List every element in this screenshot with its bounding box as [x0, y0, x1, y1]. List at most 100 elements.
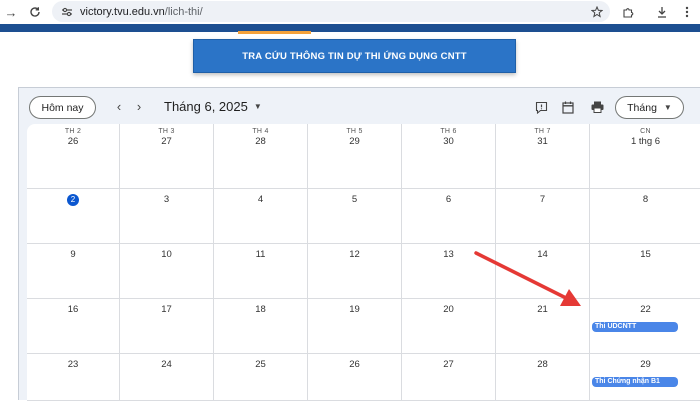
calendar-icon[interactable]	[560, 99, 576, 115]
exam-calendar: Hôm nay ‹ › Tháng 6, 2025 ▼ Tháng ▼ TH 2…	[18, 87, 700, 401]
weekday-label: TH 7	[534, 128, 551, 135]
url-text: victory.tvu.edu.vn/lich-thi/	[80, 6, 203, 18]
day-cell[interactable]: 24	[120, 354, 214, 401]
day-number: 24	[161, 359, 172, 370]
forward-icon[interactable]: →	[0, 1, 22, 23]
day-number: 27	[161, 136, 172, 147]
prev-month-icon[interactable]: ‹	[111, 98, 127, 114]
day-cell[interactable]: 29 Thi Chứng nhận B1	[590, 354, 700, 401]
day-cell[interactable]: TH 3 27	[120, 124, 214, 189]
event-chip-udcntt[interactable]: Thi UDCNTT	[592, 322, 678, 332]
day-cell[interactable]: 21	[496, 299, 590, 354]
day-cell[interactable]: TH 4 28	[214, 124, 308, 189]
day-cell[interactable]: TH 5 29	[308, 124, 402, 189]
month-grid: TH 2 26 TH 3 27 TH 4 28 TH 5 29 TH 6 30 TH 73…	[27, 124, 700, 401]
day-number: 20	[443, 304, 454, 315]
day-number: 1 thg 6	[630, 136, 661, 147]
day-cell[interactable]: 6	[402, 189, 496, 244]
day-number: 9	[70, 249, 76, 260]
event-chip-b1[interactable]: Thi Chứng nhận B1	[592, 377, 678, 387]
day-cell[interactable]: 23	[27, 354, 120, 401]
day-cell[interactable]: 19	[308, 299, 402, 354]
day-cell[interactable]: 16	[27, 299, 120, 354]
day-number: 15	[640, 249, 651, 260]
day-number: 25	[255, 359, 266, 370]
weekday-label: TH 2	[64, 128, 82, 135]
day-number: 4	[257, 194, 264, 205]
today-button[interactable]: Hôm nay	[29, 96, 96, 119]
day-number: 28	[537, 359, 548, 370]
day-number: 10	[161, 249, 172, 260]
day-cell[interactable]: 11	[214, 244, 308, 299]
day-cell[interactable]: 18	[214, 299, 308, 354]
agenda-icon[interactable]	[533, 99, 549, 115]
day-number: 26	[349, 359, 360, 370]
month-title: Tháng 6, 2025	[164, 99, 248, 114]
day-number: 18	[255, 304, 266, 315]
day-cell[interactable]: 5	[308, 189, 402, 244]
day-number: 16	[67, 304, 79, 315]
day-number: 30	[443, 136, 454, 147]
weekday-label: TH 6	[440, 128, 457, 135]
day-number: 17	[161, 304, 172, 315]
day-number: 27	[443, 359, 454, 370]
day-number: 3	[163, 194, 170, 205]
weekday-label: CN	[640, 128, 651, 135]
day-cell[interactable]: 4	[214, 189, 308, 244]
day-cell[interactable]: 17	[120, 299, 214, 354]
next-month-icon[interactable]: ›	[131, 98, 147, 114]
day-cell[interactable]: TH 6 30	[402, 124, 496, 189]
today-day-number: 2	[67, 194, 79, 206]
day-number: 14	[537, 249, 548, 260]
day-number: 11	[255, 249, 266, 260]
day-cell[interactable]: 12	[308, 244, 402, 299]
day-number: 13	[443, 249, 454, 260]
day-number: 26	[67, 136, 79, 147]
day-cell[interactable]: CN 1 thg 6	[590, 124, 700, 189]
day-cell[interactable]: 20	[402, 299, 496, 354]
day-cell[interactable]: TH 2 26	[27, 124, 120, 189]
site-header-band	[0, 24, 700, 32]
weekday-label: TH 3	[158, 128, 175, 135]
day-number: 31	[537, 136, 548, 147]
url-host: victory.tvu.edu.vn	[80, 5, 165, 18]
day-number: 12	[349, 249, 360, 260]
exam-lookup-banner[interactable]: TRA CỨU THÔNG TIN DỰ THI ỨNG DỤNG CNTT	[193, 39, 516, 73]
bookmark-star-icon[interactable]	[586, 1, 608, 23]
menu-dots-icon[interactable]	[676, 1, 698, 23]
caret-down-icon: ▼	[663, 103, 672, 112]
day-cell[interactable]: 8	[590, 189, 700, 244]
view-selector-button[interactable]: Tháng ▼	[615, 96, 684, 119]
reload-icon[interactable]	[24, 1, 46, 23]
weekday-label: TH 5	[346, 128, 363, 135]
site-settings-icon[interactable]	[60, 5, 74, 19]
day-number: 8	[642, 194, 649, 205]
extensions-icon[interactable]	[617, 1, 639, 23]
caret-down-icon: ▼	[253, 102, 262, 111]
day-number: 23	[67, 359, 79, 370]
day-cell[interactable]: 15	[590, 244, 700, 299]
day-cell[interactable]: 13	[402, 244, 496, 299]
day-number: 29	[349, 136, 360, 147]
month-selector[interactable]: Tháng 6, 2025 ▼	[164, 99, 262, 114]
address-bar[interactable]: victory.tvu.edu.vn/lich-thi/	[52, 1, 610, 22]
view-label: Tháng	[627, 101, 657, 114]
day-cell[interactable]: 10	[120, 244, 214, 299]
download-icon[interactable]	[651, 1, 673, 23]
day-cell[interactable]: 7	[496, 189, 590, 244]
print-icon[interactable]	[589, 99, 605, 115]
day-cell[interactable]: 27	[402, 354, 496, 401]
day-cell[interactable]: 3	[120, 189, 214, 244]
url-path: /lich-thi/	[164, 5, 203, 18]
day-cell[interactable]: 26	[308, 354, 402, 401]
weekday-label: TH 4	[252, 128, 269, 135]
day-cell[interactable]: 22 Thi UDCNTT	[590, 299, 700, 354]
day-cell[interactable]: 28	[496, 354, 590, 401]
day-number: 7	[539, 194, 546, 205]
day-cell[interactable]: 9	[27, 244, 120, 299]
day-cell[interactable]: 14	[496, 244, 590, 299]
day-number: 19	[349, 304, 360, 315]
day-cell[interactable]: 25	[214, 354, 308, 401]
day-cell[interactable]: TH 7 31	[496, 124, 590, 189]
day-cell[interactable]: 2	[27, 189, 120, 244]
